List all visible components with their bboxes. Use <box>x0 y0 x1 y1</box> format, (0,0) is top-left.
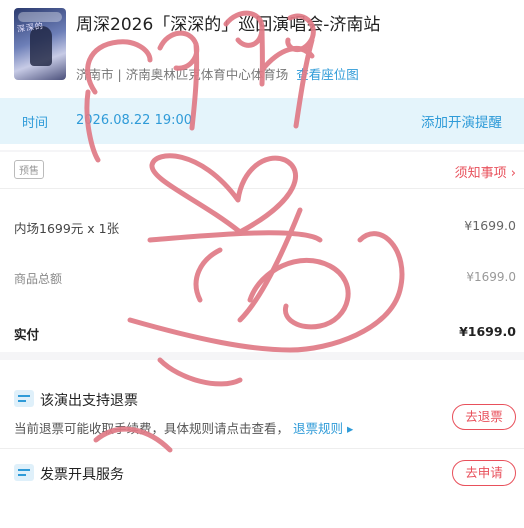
time-value: 2026.08.22 19:00 <box>76 113 193 128</box>
ticket-item-label: 内场1699元 x 1张 <box>14 221 120 236</box>
notice-link[interactable]: 须知事项 › <box>455 162 516 181</box>
refund-icon <box>14 390 34 407</box>
seat-map-link[interactable]: 查看座位图 <box>296 67 359 82</box>
refund-desc: 当前退票可能收取手续费，具体规则请点击查看， 退票规则 ▸ <box>14 418 353 437</box>
time-label: 时间 <box>22 116 49 131</box>
venue-separator: | <box>117 67 126 82</box>
ticket-item-row: 内场1699元 x 1张 ¥1699.0 <box>14 218 516 237</box>
invoice-icon <box>14 464 34 481</box>
subtotal-label: 商品总额 <box>14 272 63 286</box>
refund-title: 该演出支持退票 <box>40 393 138 409</box>
paid-label: 实付 <box>14 327 40 342</box>
subtotal-row: 商品总额 ¥1699.0 <box>14 270 516 287</box>
subtotal-value: ¥1699.0 <box>466 270 516 284</box>
paid-row: 实付 ¥1699.0 <box>14 324 516 343</box>
refund-button[interactable]: 去退票 <box>452 404 516 430</box>
add-reminder-button[interactable]: 添加开演提醒 <box>421 111 502 131</box>
ticket-item-price: ¥1699.0 <box>464 218 516 233</box>
city-text: 济南市 <box>76 67 114 82</box>
venue-text: 济南奥林匹克体育中心体育场 <box>125 67 289 82</box>
services-divider <box>0 448 524 449</box>
event-title: 周深2026「深深的」巡回演唱会-济南站 <box>76 15 381 35</box>
services-card: 该演出支持退票 当前退票可能收取手续费，具体规则请点击查看， 退票规则 ▸ 去退… <box>0 360 524 528</box>
refund-rule-link[interactable]: 退票规则 ▸ <box>293 421 353 436</box>
paid-value: ¥1699.0 <box>459 324 516 339</box>
order-card: 预售 须知事项 › 内场1699元 x 1张 ¥1699.0 商品总额 ¥169… <box>0 152 524 352</box>
invoice-title: 发票开具服务 <box>40 467 124 483</box>
order-divider <box>0 188 524 189</box>
presale-badge: 预售 <box>14 160 44 179</box>
event-header: 深深的 周深2026「深深的」巡回演唱会-济南站 济南市 | 济南奥林匹克体育中… <box>0 0 524 150</box>
invoice-button[interactable]: 去申请 <box>452 460 516 486</box>
refund-desc-text: 当前退票可能收取手续费，具体规则请点击查看， <box>14 421 290 436</box>
venue-row: 济南市 | 济南奥林匹克体育中心体育场 查看座位图 <box>76 64 359 83</box>
time-bar: 时间 2026.08.22 19:00 添加开演提醒 <box>0 98 524 144</box>
event-poster[interactable]: 深深的 <box>14 8 66 80</box>
